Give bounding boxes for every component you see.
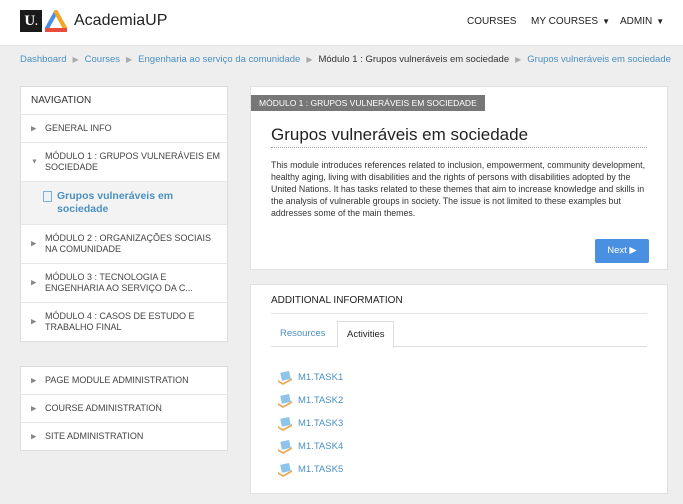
page-title: Grupos vulneráveis em sociedade [271, 125, 529, 144]
sidebar-item-general-info[interactable]: ▶ GENERAL INFO [21, 115, 227, 143]
activity-item-task5[interactable]: M1.TASK5 [277, 463, 343, 486]
chevron-right-icon: ▶ [31, 279, 37, 287]
university-logo[interactable]: U. [20, 10, 42, 32]
chevron-right-icon: ▶ [31, 125, 37, 132]
nav-admin[interactable]: ADMIN ▼ [620, 16, 664, 27]
breadcrumb-courses[interactable]: Courses [85, 54, 120, 65]
title-divider [271, 147, 647, 148]
module-tag: MÓDULO 1 : GRUPOS VULNERÁVEIS EM SOCIEDA… [251, 95, 485, 111]
assignment-icon [278, 394, 292, 408]
chevron-right-icon: ▶ [31, 318, 37, 326]
activity-item-task1[interactable]: M1.TASK1 [277, 371, 343, 394]
page-icon [43, 191, 52, 202]
chevron-right-icon: ▶ [31, 377, 37, 384]
module-content-card: MÓDULO 1 : GRUPOS VULNERÁVEIS EM SOCIEDA… [250, 86, 668, 270]
triangle-logo-icon [45, 10, 67, 32]
activity-list: M1.TASK1 M1.TASK2 M1.TASK3 M1.TASK4 M1.T… [277, 371, 343, 486]
breadcrumb-separator-icon: ▶ [126, 55, 133, 64]
chevron-right-icon: ▶ [31, 433, 37, 440]
nav-my-courses[interactable]: MY COURSES ▼ [531, 16, 610, 27]
navigation-title: NAVIGATION [21, 87, 227, 115]
info-tabs: Resources Activities [271, 321, 647, 348]
top-navbar: U. AcademiaUP COURSES MY COURSES ▼ ADMIN ▼ [0, 0, 683, 46]
breadcrumb-separator-icon: ▶ [306, 55, 313, 64]
activity-item-task2[interactable]: M1.TASK2 [277, 394, 343, 417]
activity-item-task3[interactable]: M1.TASK3 [277, 417, 343, 440]
breadcrumb-dashboard[interactable]: Dashboard [20, 54, 66, 65]
assignment-icon [278, 463, 292, 477]
module-description: This module introduces references relate… [271, 160, 646, 218]
sidebar-item-modulo-3[interactable]: ▶ MÓDULO 3 : TECNOLOGIA E ENGENHARIA AO … [21, 264, 227, 303]
breadcrumb-module: Módulo 1 : Grupos vulneráveis em socieda… [318, 54, 510, 65]
administration-block: ▶ PAGE MODULE ADMINISTRATION ▶ COURSE AD… [20, 366, 228, 451]
breadcrumb-separator-icon: ▶ [515, 55, 522, 64]
sidebar-item-modulo-1[interactable]: ▼ MÓDULO 1 : GRUPOS VULNERÁVEIS EM SOCIE… [21, 143, 227, 182]
activity-item-task4[interactable]: M1.TASK4 [277, 440, 343, 463]
tab-activities[interactable]: Activities [337, 321, 395, 348]
assignment-icon [278, 417, 292, 431]
tab-resources[interactable]: Resources [271, 321, 334, 347]
assignment-icon [278, 440, 292, 454]
sidebar-item-modulo-4[interactable]: ▶ MÓDULO 4 : CASOS DE ESTUDO E TRABALHO … [21, 303, 227, 341]
breadcrumb-course[interactable]: Engenharia ao serviço da comunidade [138, 54, 300, 65]
brand-name[interactable]: AcademiaUP [74, 12, 167, 30]
chevron-right-icon: ▶ [31, 405, 37, 412]
sidebar-item-modulo-2[interactable]: ▶ MÓDULO 2 : ORGANIZAÇÕES SOCIAIS NA COM… [21, 225, 227, 264]
sidebar-item-site-admin[interactable]: ▶ SITE ADMINISTRATION [21, 423, 227, 450]
breadcrumb: Dashboard ▶ Courses ▶ Engenharia ao serviço … [20, 54, 683, 68]
chevron-down-icon: ▼ [31, 158, 38, 166]
navigation-block: NAVIGATION ▶ GENERAL INFO ▼ MÓDULO 1 : G… [20, 86, 228, 342]
breadcrumb-separator-icon: ▶ [72, 55, 79, 64]
divider [271, 313, 647, 314]
chevron-down-icon: ▼ [602, 17, 610, 26]
breadcrumb-page[interactable]: Grupos vulneráveis em sociedade [527, 54, 671, 65]
additional-info-title: ADDITIONAL INFORMATION [271, 295, 403, 306]
sidebar-item-course-admin[interactable]: ▶ COURSE ADMINISTRATION [21, 395, 227, 423]
assignment-icon [278, 371, 292, 385]
nav-courses[interactable]: COURSES [467, 16, 516, 27]
additional-info-card: ADDITIONAL INFORMATION Resources Activit… [250, 284, 668, 494]
chevron-down-icon: ▼ [656, 17, 665, 26]
chevron-right-icon: ▶ [31, 240, 37, 248]
sidebar-item-page-module-admin[interactable]: ▶ PAGE MODULE ADMINISTRATION [21, 367, 227, 395]
next-button[interactable]: Next ▶ [595, 239, 649, 263]
sidebar-item-current-page[interactable]: Grupos vulneráveis em sociedade [21, 182, 227, 225]
